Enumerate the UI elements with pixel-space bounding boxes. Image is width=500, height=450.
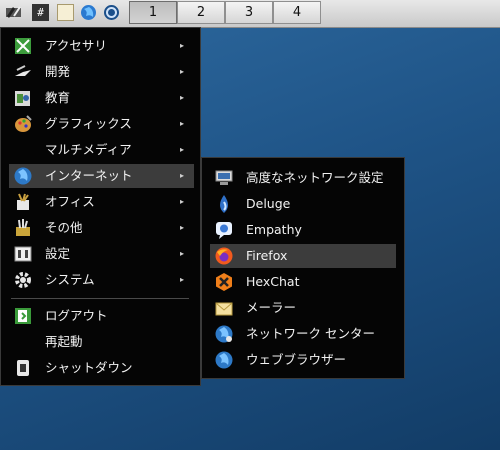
chevron-right-icon: ▸ [179, 275, 184, 284]
file-icon[interactable] [57, 4, 74, 21]
submenu-item-network-center[interactable]: ネットワーク センター [210, 322, 396, 346]
education-icon [13, 88, 33, 108]
network-center-icon [214, 324, 234, 344]
menu-item-accessories[interactable]: アクセサリ ▸ [9, 34, 194, 58]
main-menu: アクセサリ ▸ 開発 ▸ 教育 ▸ グラフィックス ▸ マルチメディア ▸ イン… [0, 27, 201, 386]
network-settings-icon [214, 168, 234, 188]
system-logo-icon[interactable] [103, 4, 120, 21]
menu-item-graphics[interactable]: グラフィックス ▸ [9, 112, 194, 136]
workspace-1-button[interactable]: 1 [129, 1, 177, 24]
submenu-item-mailer[interactable]: メーラー [210, 296, 396, 320]
menu-item-system[interactable]: システム ▸ [9, 268, 194, 292]
workspace-2-button[interactable]: 2 [177, 1, 225, 24]
chevron-right-icon: ▸ [179, 171, 184, 180]
internet-icon [13, 166, 33, 186]
deluge-icon [214, 194, 234, 214]
menu-item-other[interactable]: その他 ▸ [9, 216, 194, 240]
chevron-right-icon: ▸ [179, 197, 184, 206]
chevron-right-icon: ▸ [179, 223, 184, 232]
logout-icon [13, 306, 33, 326]
tools-icon[interactable] [5, 4, 22, 21]
mail-icon [214, 298, 234, 318]
chevron-right-icon: ▸ [179, 145, 184, 154]
submenu-item-firefox[interactable]: Firefox [210, 244, 396, 268]
chevron-right-icon: ▸ [179, 41, 184, 50]
shutdown-icon [13, 358, 33, 378]
submenu-item-network-settings[interactable]: 高度なネットワーク設定 [210, 166, 396, 190]
accessories-icon [13, 36, 33, 56]
graphics-icon [13, 114, 33, 134]
menu-item-education[interactable]: 教育 ▸ [9, 86, 194, 110]
system-icon [13, 270, 33, 290]
internet-submenu: 高度なネットワーク設定 Deluge Empathy Firefox HexCh… [201, 157, 405, 379]
chevron-right-icon: ▸ [179, 249, 184, 258]
chevron-right-icon: ▸ [179, 93, 184, 102]
hexchat-icon [214, 272, 234, 292]
web-browser-icon [214, 350, 234, 370]
office-icon [13, 192, 33, 212]
terminal-icon[interactable]: # [32, 4, 49, 21]
chevron-right-icon: ▸ [179, 67, 184, 76]
menu-item-multimedia[interactable]: マルチメディア ▸ [9, 138, 194, 162]
submenu-item-empathy[interactable]: Empathy [210, 218, 396, 242]
settings-icon [13, 244, 33, 264]
menu-item-internet[interactable]: インターネット ▸ [9, 164, 194, 188]
workspace-3-button[interactable]: 3 [225, 1, 273, 24]
web-browser-icon[interactable] [80, 4, 97, 21]
submenu-item-web-browser[interactable]: ウェブブラウザー [210, 348, 396, 372]
empathy-icon [214, 220, 234, 240]
menu-item-logout[interactable]: ログアウト [9, 304, 194, 328]
menu-item-settings[interactable]: 設定 ▸ [9, 242, 194, 266]
submenu-item-deluge[interactable]: Deluge [210, 192, 396, 216]
menu-item-development[interactable]: 開発 ▸ [9, 60, 194, 84]
other-icon [13, 218, 33, 238]
menu-item-office[interactable]: オフィス ▸ [9, 190, 194, 214]
menu-item-shutdown[interactable]: シャットダウン [9, 356, 194, 380]
top-panel: # 1 2 3 4 [0, 0, 500, 28]
development-icon [13, 62, 33, 82]
submenu-item-hexchat[interactable]: HexChat [210, 270, 396, 294]
menu-separator [11, 298, 189, 299]
workspace-4-button[interactable]: 4 [273, 1, 321, 24]
chevron-right-icon: ▸ [179, 119, 184, 128]
firefox-icon [214, 246, 234, 266]
menu-item-restart[interactable]: 再起動 [9, 330, 194, 354]
